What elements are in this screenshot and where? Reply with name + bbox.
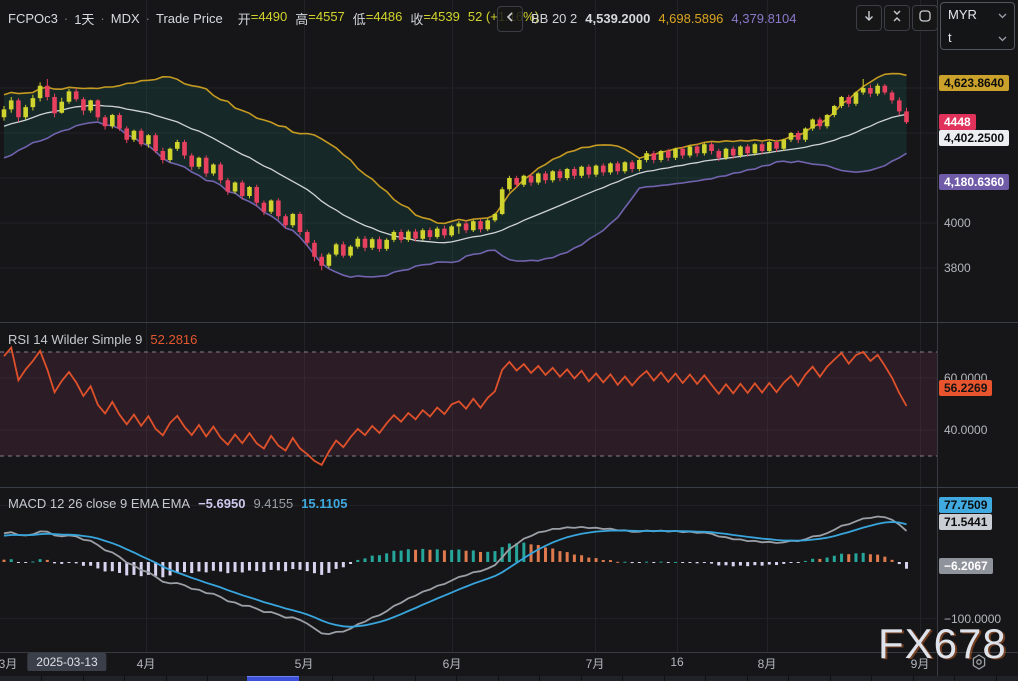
chevron-left-icon	[503, 10, 517, 29]
ohlc-low-value: 4486	[373, 9, 402, 28]
ohlc-high-label: 高	[295, 9, 308, 28]
bb-basis-value: 4,539.2000	[585, 11, 650, 26]
time-axis-settings-button[interactable]	[966, 654, 992, 674]
scrollbar-segment-divider	[871, 676, 872, 681]
scrollbar-segment-divider	[332, 676, 333, 681]
chevron-down-icon	[998, 7, 1007, 22]
gear-icon	[970, 653, 988, 676]
chevron-down-icon	[998, 30, 1007, 45]
series-type-label: Trade Price	[156, 11, 223, 26]
ohlc-eq: =	[366, 9, 374, 28]
ohlc-eq: =	[251, 9, 259, 28]
macd-title: MACD 12 26 close 9 EMA EMA	[8, 496, 190, 511]
ohlc-open-label: 开	[238, 9, 251, 28]
ohlc-open-value: 4490	[258, 9, 287, 28]
symbol-legend: FCPOc3 · 1天 · MDX · Trade Price 开=4490 高…	[8, 9, 539, 28]
macd-hist-value: −5.6950	[198, 496, 245, 511]
collapse-pane-button[interactable]	[884, 5, 910, 31]
separator: ·	[64, 11, 68, 26]
ohlc-close-label: 收	[410, 9, 423, 28]
maximize-frame-icon	[918, 9, 932, 28]
arrow-down-icon	[862, 9, 876, 28]
currency-value: MYR	[948, 7, 977, 22]
scrollbar-segment-divider	[996, 676, 997, 681]
ohlc-close-value: 4539	[431, 9, 460, 28]
interval-label[interactable]: 1天	[74, 9, 94, 28]
move-pane-down-button[interactable]	[856, 5, 882, 31]
scrollbar-active-segment[interactable]	[247, 676, 299, 681]
scrollbar-segment-divider	[207, 676, 208, 681]
ohlc-low-label: 低	[353, 9, 366, 28]
scrollbar-segment-divider	[415, 676, 416, 681]
legend-collapse-button[interactable]	[497, 6, 523, 32]
scrollbar-segment-divider	[830, 676, 831, 681]
scrollbar-segment-divider	[954, 676, 955, 681]
ohlc-high-value: 4557	[316, 9, 345, 28]
symbol-name[interactable]: FCPOc3	[8, 11, 58, 26]
scrollbar-segment-divider	[456, 676, 457, 681]
macd-legend[interactable]: MACD 12 26 close 9 EMA EMA −5.6950 9.415…	[8, 496, 347, 511]
time-axis-border	[0, 652, 1018, 653]
collapse-vertical-icon	[890, 9, 904, 28]
currency-unit-panel: MYR t	[940, 2, 1015, 50]
rsi-title: RSI 14 Wilder Simple 9	[8, 332, 142, 347]
separator: ·	[100, 11, 104, 26]
scrollbar-segment-divider	[166, 676, 167, 681]
ohlc-eq: =	[423, 9, 431, 28]
bb-lower-value: 4,379.8104	[731, 11, 796, 26]
macd-line-value: 9.4155	[253, 496, 293, 511]
exchange-label: MDX	[111, 11, 140, 26]
scrollbar-segment-divider	[373, 676, 374, 681]
rsi-legend[interactable]: RSI 14 Wilder Simple 9 52.2816	[8, 332, 197, 347]
horizontal-scrollbar[interactable]	[0, 676, 1018, 681]
pane-divider-price-rsi[interactable]	[0, 322, 1018, 323]
scrollbar-segment-divider	[622, 676, 623, 681]
trading-chart-app: 400038004,623.864044484,402.25004,180.63…	[0, 0, 1018, 681]
scrollbar-segment-divider	[581, 676, 582, 681]
price-axis-border	[937, 0, 938, 676]
separator: ·	[146, 11, 150, 26]
scrollbar-segment-divider	[788, 676, 789, 681]
bb-label: BB 20 2	[531, 11, 577, 26]
unit-value: t	[948, 30, 952, 45]
scrollbar-segment-divider	[539, 676, 540, 681]
scrollbar-segment-divider	[747, 676, 748, 681]
ohlc-eq: =	[308, 9, 316, 28]
ohlc-readout: 开=4490 高=4557 低=4486 收=4539 52 (+1.16%)	[238, 9, 539, 28]
scrollbar-segment-divider	[124, 676, 125, 681]
scrollbar-segment-divider	[83, 676, 84, 681]
scrollbar-segment-divider	[664, 676, 665, 681]
currency-dropdown[interactable]: MYR	[941, 3, 1014, 26]
scrollbar-segment-divider	[41, 676, 42, 681]
macd-signal-value: 15.1105	[301, 496, 347, 511]
unit-dropdown[interactable]: t	[941, 26, 1014, 49]
pane-divider-rsi-macd[interactable]	[0, 487, 1018, 488]
rsi-value: 52.2816	[150, 332, 197, 347]
scrollbar-segment-divider	[913, 676, 914, 681]
scrollbar-segment-divider	[498, 676, 499, 681]
scrollbar-segment-divider	[705, 676, 706, 681]
maximize-pane-button[interactable]	[912, 5, 938, 31]
bb-upper-value: 4,698.5896	[658, 11, 723, 26]
bb-legend[interactable]: BB 20 2 4,539.2000 4,698.5896 4,379.8104	[531, 11, 797, 26]
